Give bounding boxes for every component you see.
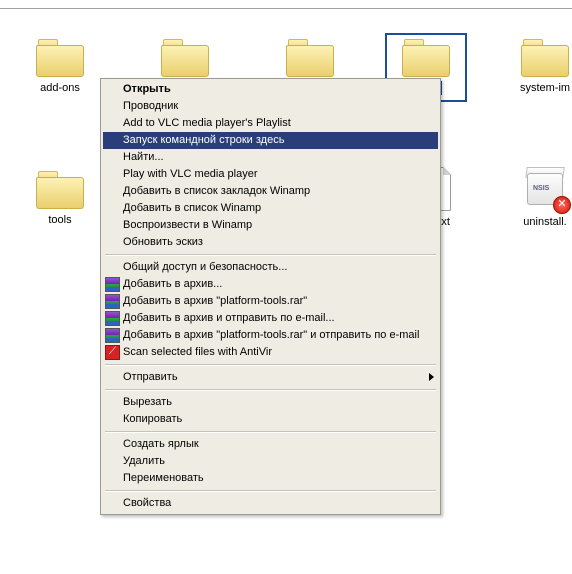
winrar-icon (105, 311, 120, 326)
menu-item-sharing[interactable]: Общий доступ и безопасность... (103, 259, 438, 276)
menu-item-winamp-add[interactable]: Добавить в список Winamp (103, 200, 438, 217)
folder-icon (36, 169, 84, 209)
menu-label: Найти... (123, 151, 164, 163)
menu-item-delete[interactable]: Удалить (103, 453, 438, 470)
menu-label: Проводник (123, 100, 178, 112)
menu-item-scan-antivir[interactable]: ⟋ Scan selected files with AntiVir (103, 344, 438, 361)
menu-item-rar-add-named[interactable]: Добавить в архив "platform-tools.rar" (103, 293, 438, 310)
menu-separator (105, 364, 436, 366)
folder-icon (161, 37, 209, 77)
menu-label: Открыть (123, 83, 171, 95)
folder-item-add-ons[interactable]: add-ons (15, 37, 105, 98)
menu-item-explorer[interactable]: Проводник (103, 98, 438, 115)
menu-item-open[interactable]: Открыть (103, 81, 438, 98)
context-menu: Открыть Проводник Add to VLC media playe… (100, 78, 441, 515)
menu-item-rar-email-named[interactable]: Добавить в архив "platform-tools.rar" и … (103, 327, 438, 344)
submenu-arrow-icon (429, 373, 434, 381)
winrar-icon (105, 277, 120, 292)
menu-item-rar-add[interactable]: Добавить в архив... (103, 276, 438, 293)
menu-label: Воспроизвести в Winamp (123, 219, 252, 231)
menu-label: Вырезать (123, 396, 172, 408)
menu-separator (105, 389, 436, 391)
window-toolbar-edge (0, 0, 572, 9)
menu-item-vlc-play[interactable]: Play with VLC media player (103, 166, 438, 183)
item-label: system-im (517, 81, 572, 95)
folder-item-tools[interactable]: tools (15, 169, 105, 230)
item-label: tools (45, 213, 74, 227)
menu-item-cut[interactable]: Вырезать (103, 394, 438, 411)
item-label: uninstall. (520, 215, 569, 229)
menu-item-copy[interactable]: Копировать (103, 411, 438, 428)
menu-label: Добавить в архив "platform-tools.rar" (123, 295, 307, 307)
menu-separator (105, 490, 436, 492)
item-label: add-ons (37, 81, 83, 95)
menu-item-find[interactable]: Найти... (103, 149, 438, 166)
menu-label: Добавить в архив "platform-tools.rar" и … (123, 329, 419, 341)
avira-icon: ⟋ (105, 345, 120, 360)
menu-separator (105, 431, 436, 433)
menu-label: Удалить (123, 455, 165, 467)
folder-icon (521, 37, 569, 77)
menu-item-refresh-thumb[interactable]: Обновить эскиз (103, 234, 438, 251)
menu-label: Создать ярлык (123, 438, 199, 450)
menu-item-send-to[interactable]: Отправить (103, 369, 438, 386)
menu-label: Scan selected files with AntiVir (123, 346, 272, 358)
menu-label: Добавить в список Winamp (123, 202, 261, 214)
folder-view[interactable]: add-ons -tools system-im tools m (0, 9, 572, 574)
menu-label: Add to VLC media player's Playlist (123, 117, 291, 129)
folder-icon (36, 37, 84, 77)
menu-item-properties[interactable]: Свойства (103, 495, 438, 512)
installer-icon: NSIS ✕ (523, 167, 567, 211)
menu-item-vlc-playlist[interactable]: Add to VLC media player's Playlist (103, 115, 438, 132)
menu-label: Добавить в архив и отправить по e-mail..… (123, 312, 335, 324)
menu-label: Добавить в архив... (123, 278, 222, 290)
menu-label: Общий доступ и безопасность... (123, 261, 287, 273)
menu-item-winamp-bookmark[interactable]: Добавить в список закладок Winamp (103, 183, 438, 200)
folder-icon (286, 37, 334, 77)
file-item-uninstall[interactable]: NSIS ✕ uninstall. (500, 167, 572, 232)
menu-item-create-shortcut[interactable]: Создать ярлык (103, 436, 438, 453)
menu-separator (105, 254, 436, 256)
folder-icon (402, 37, 450, 77)
menu-label: Запуск командной строки здесь (123, 134, 284, 146)
delete-badge-icon: ✕ (553, 196, 571, 214)
folder-item-system-images[interactable]: system-im (500, 37, 572, 98)
menu-label: Добавить в список закладок Winamp (123, 185, 310, 197)
menu-label: Обновить эскиз (123, 236, 203, 248)
menu-label: Свойства (123, 497, 171, 509)
menu-label: Переименовать (123, 472, 204, 484)
winrar-icon (105, 294, 120, 309)
menu-item-cmd-here[interactable]: Запуск командной строки здесь (103, 132, 438, 149)
menu-item-rename[interactable]: Переименовать (103, 470, 438, 487)
menu-item-rar-email[interactable]: Добавить в архив и отправить по e-mail..… (103, 310, 438, 327)
menu-label: Play with VLC media player (123, 168, 258, 180)
menu-label: Копировать (123, 413, 182, 425)
menu-label: Отправить (123, 371, 178, 383)
winrar-icon (105, 328, 120, 343)
menu-item-winamp-play[interactable]: Воспроизвести в Winamp (103, 217, 438, 234)
